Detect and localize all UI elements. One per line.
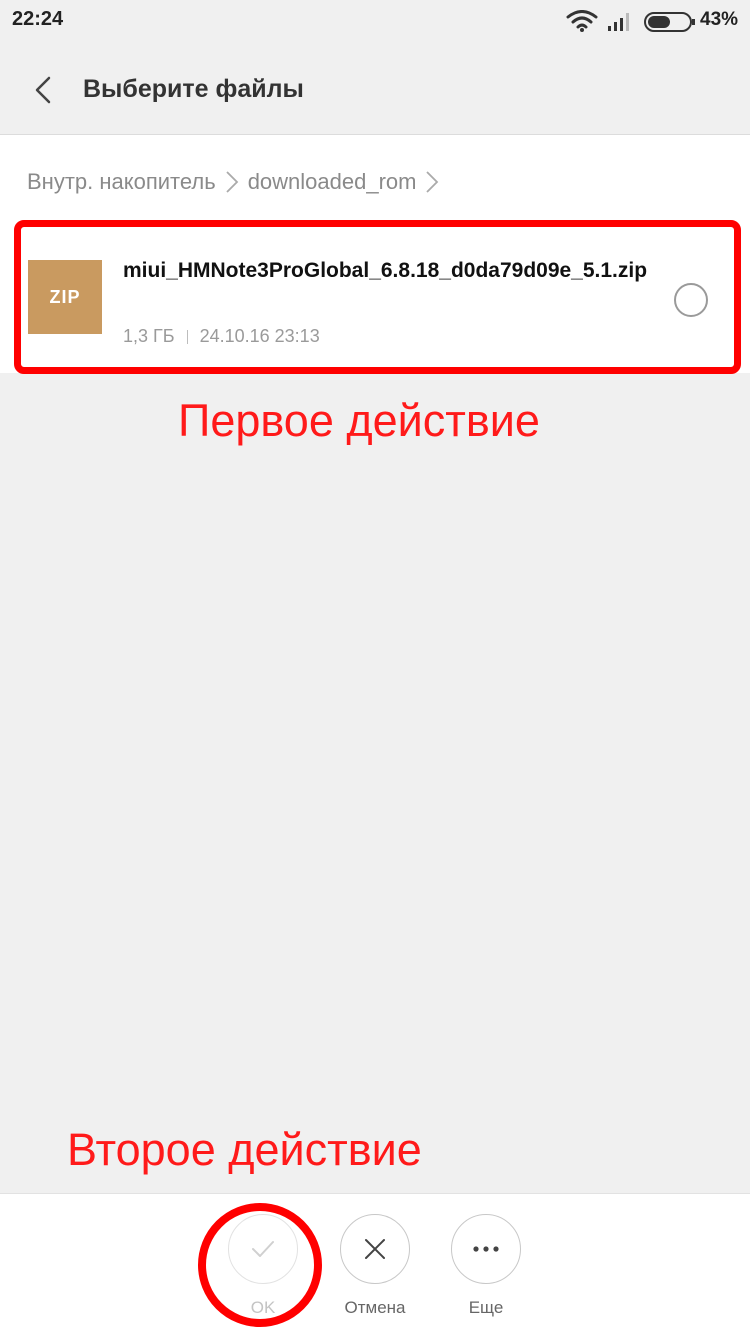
close-icon	[365, 1239, 385, 1259]
check-icon	[252, 1241, 274, 1257]
file-select-radio[interactable]	[674, 283, 708, 317]
file-meta: 1,3 ГБ 24.10.16 23:13	[123, 326, 320, 347]
chevron-right-icon	[426, 171, 439, 193]
more-label: Еще	[468, 1298, 504, 1317]
zip-file-icon: ZIP	[28, 260, 102, 334]
breadcrumb-item-internal-storage[interactable]: Внутр. накопитель	[27, 169, 216, 195]
ok-circle[interactable]	[228, 1214, 298, 1284]
file-name: miui_HMNote3ProGlobal_6.8.18_d0da79d09e_…	[123, 259, 648, 282]
page-title: Выберите файлы	[83, 75, 304, 103]
bottom-action-bar: OK Отмена Еще	[0, 1193, 750, 1334]
more-button[interactable]: Еще	[441, 1214, 531, 1324]
battery-icon	[644, 12, 695, 32]
annotation-second-action: Второе действие	[67, 1124, 422, 1175]
file-list: Внутр. накопитель downloaded_rom ZIP miu…	[0, 135, 750, 374]
battery-percent: 43%	[700, 9, 739, 30]
meta-divider	[186, 329, 188, 344]
ok-button[interactable]: OK	[218, 1214, 308, 1324]
chevron-right-icon	[226, 171, 238, 193]
more-circle[interactable]	[451, 1214, 521, 1284]
header: Выберите файлы	[0, 44, 750, 135]
breadcrumb-item-downloaded-rom[interactable]: downloaded_rom	[248, 169, 417, 195]
file-size: 1,3 ГБ	[123, 326, 175, 346]
more-dots-icon	[473, 1246, 499, 1252]
annotation-first-action: Первое действие	[178, 395, 540, 446]
ok-label: OK	[250, 1298, 276, 1317]
breadcrumb: Внутр. накопитель downloaded_rom	[27, 167, 448, 197]
wifi-icon	[566, 10, 598, 32]
back-icon[interactable]	[24, 70, 64, 110]
file-row[interactable]: ZIP miui_HMNote3ProGlobal_6.8.18_d0da79d…	[14, 220, 741, 374]
cancel-circle[interactable]	[340, 1214, 410, 1284]
cancel-label: Отмена	[344, 1298, 406, 1317]
status-time: 22:24	[12, 8, 64, 30]
signal-icon	[608, 13, 629, 31]
cancel-button[interactable]: Отмена	[330, 1214, 420, 1324]
file-modified-date: 24.10.16 23:13	[199, 326, 320, 346]
status-bar: 22:24 43%	[0, 0, 750, 44]
